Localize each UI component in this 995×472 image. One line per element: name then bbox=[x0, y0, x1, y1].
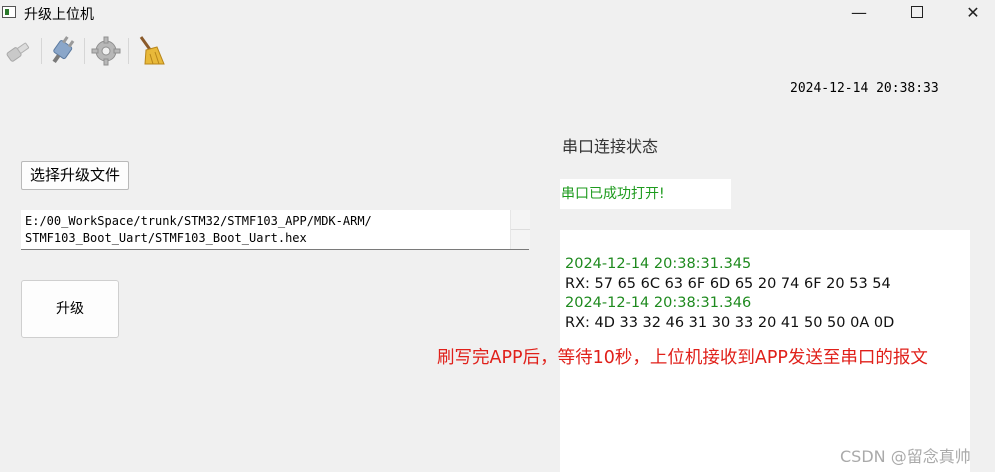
app-icon bbox=[2, 6, 16, 18]
toolbar-separator bbox=[128, 38, 129, 64]
log-rx-line: RX: 57 65 6C 63 6F 6D 65 20 74 6F 20 53 … bbox=[565, 275, 891, 292]
minimize-button[interactable]: — bbox=[836, 0, 882, 26]
file-path-field[interactable]: E:/00_WorkSpace/trunk/STM32/STMF103_APP/… bbox=[21, 210, 529, 250]
window-title: 升级上位机 bbox=[24, 7, 94, 23]
plug-icon[interactable] bbox=[46, 34, 80, 68]
toolbar-separator bbox=[41, 38, 42, 64]
broom-clear-icon[interactable] bbox=[133, 34, 167, 68]
file-path-scrollbar[interactable] bbox=[510, 210, 530, 249]
current-datetime: 2024-12-14 20:38:33 bbox=[790, 81, 939, 96]
close-button[interactable]: ✕ bbox=[950, 0, 995, 26]
toolbar-separator bbox=[84, 38, 85, 64]
log-timestamp: 2024-12-14 20:38:31.346 bbox=[565, 295, 752, 311]
maximize-button[interactable] bbox=[894, 0, 940, 26]
serial-status-label: 串口连接状态 bbox=[562, 137, 659, 156]
connect-icon[interactable] bbox=[2, 34, 36, 68]
toolbar bbox=[0, 30, 995, 72]
maximize-icon bbox=[911, 6, 923, 18]
serial-status-value: 串口已成功打开! bbox=[560, 179, 731, 209]
watermark: CSDN @留念真帅 bbox=[840, 447, 971, 466]
red-annotation-text: 刷写完APP后，等待10秒，上位机接收到APP发送至串口的报文 bbox=[437, 348, 928, 368]
title-bar: 升级上位机 — ✕ bbox=[0, 0, 995, 28]
log-rx-line: RX: 4D 33 32 46 31 30 33 20 41 50 50 0A … bbox=[565, 314, 895, 331]
upgrade-button[interactable]: 升级 bbox=[21, 280, 119, 338]
settings-gear-icon[interactable] bbox=[89, 34, 123, 68]
log-timestamp: 2024-12-14 20:38:31.345 bbox=[565, 256, 752, 272]
select-upgrade-file-button[interactable]: 选择升级文件 bbox=[21, 161, 129, 190]
